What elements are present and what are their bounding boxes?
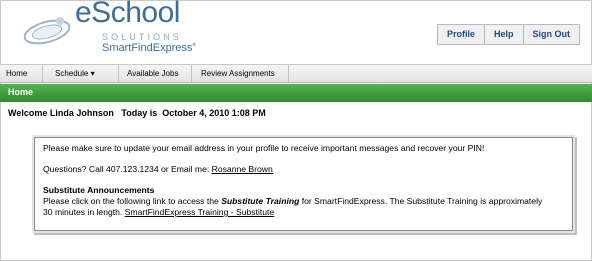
announcements-title: Substitute Announcements	[43, 185, 155, 195]
announcement-line-2: 30 minutes in length. SmartFindExpress T…	[43, 207, 274, 218]
logo-product: SmartFindExpress®	[102, 42, 196, 54]
notice-box: Please make sure to update your email ad…	[34, 137, 573, 231]
menu-home[interactable]: Home	[0, 65, 43, 82]
profile-button[interactable]: Profile	[438, 25, 484, 44]
welcome-greeting: Welcome Linda Johnson	[8, 108, 114, 118]
substitute-training-emphasis: Substitute Training	[221, 196, 300, 206]
announcement-text-c: for SmartFindExpress. The Substitute Tra…	[299, 196, 543, 206]
announcement-text-d: 30 minutes in length.	[43, 207, 125, 217]
announcement-line-1: Please click on the following link to ac…	[43, 196, 542, 207]
header: eSchool SOLUTIONS SmartFindExpress® Prof…	[0, 0, 592, 62]
swoosh-icon	[23, 17, 71, 45]
logo-product-text: SmartFindExpress	[102, 42, 193, 54]
training-link[interactable]: SmartFindExpress Training - Substitute	[125, 207, 275, 217]
menu-bar: Home Schedule ▾ Available Jobs Review As…	[0, 64, 592, 83]
menu-review-assignments[interactable]: Review Assignments	[192, 65, 289, 82]
help-button[interactable]: Help	[483, 25, 523, 44]
sign-out-button[interactable]: Sign Out	[522, 25, 580, 44]
update-email-message: Please make sure to update your email ad…	[43, 143, 485, 153]
announcement-text-a: Please click on the following link to ac…	[43, 196, 222, 206]
section-header: Home	[0, 84, 592, 102]
logo-subtitle: SOLUTIONS	[102, 32, 182, 42]
menu-available-jobs[interactable]: Available Jobs	[119, 65, 192, 82]
email-link[interactable]: Rosanne Brown	[212, 164, 273, 174]
questions-line: Questions? Call 407.123.1234 or Email me…	[43, 164, 273, 175]
welcome-line: Welcome Linda Johnson Today is October 4…	[8, 108, 271, 118]
eschool-logo: eSchool SOLUTIONS SmartFindExpress®	[22, 0, 196, 60]
logo-trademark: ®	[192, 42, 197, 49]
top-nav: Profile Help Sign Out	[436, 24, 580, 45]
section-title: Home	[8, 87, 34, 97]
questions-text: Questions? Call 407.123.1234 or Email me…	[43, 164, 212, 174]
today-date: Today is October 4, 2010 1:08 PM	[121, 108, 266, 118]
logo-brand: eSchool	[75, 0, 180, 29]
menu-schedule[interactable]: Schedule ▾	[43, 65, 119, 82]
